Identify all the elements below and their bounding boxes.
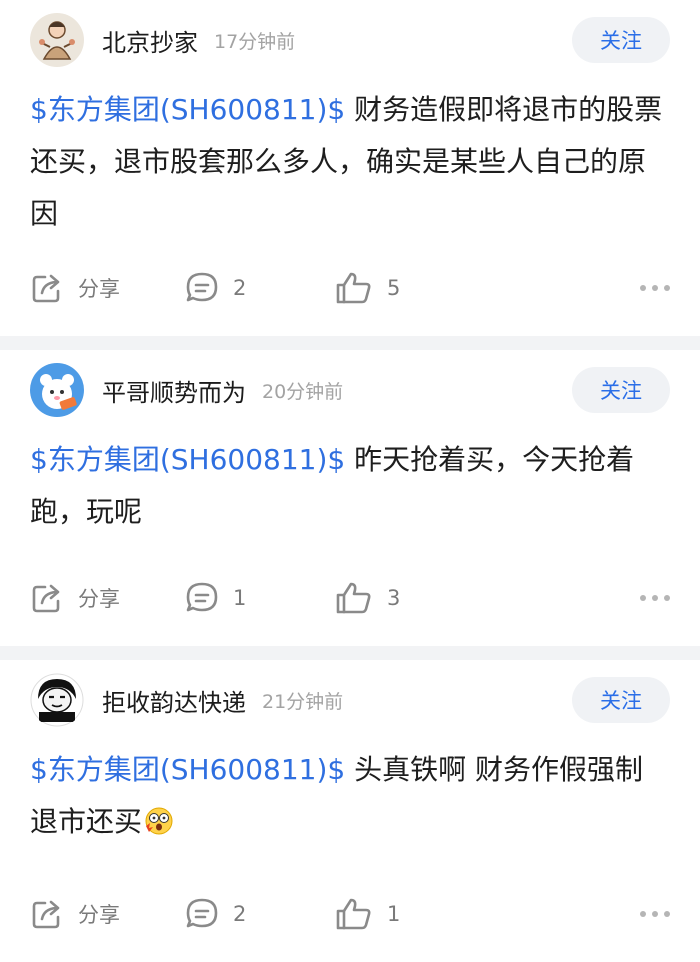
comment-count: 2 [233, 902, 247, 926]
stock-link[interactable]: $东方集团(SH600811)$ [30, 753, 345, 786]
comment-button[interactable]: 2 [185, 897, 335, 931]
like-button[interactable]: 3 [335, 581, 485, 615]
share-icon [32, 900, 60, 929]
stock-link[interactable]: $东方集团(SH600811)$ [30, 443, 345, 476]
post-time: 17分钟前 [214, 30, 296, 53]
follow-button[interactable]: 关注 [572, 677, 670, 723]
share-label: 分享 [78, 903, 120, 927]
post-content: $东方集团(SH600811)$ 财务造假即将退市的股票还买，退市股套那么多人，… [30, 80, 670, 240]
thumbs-up-icon [336, 272, 371, 304]
avatar[interactable] [30, 673, 84, 727]
comment-icon [186, 898, 218, 928]
post-card: 北京抄家 17分钟前 关注 $东方集团(SH600811)$ 财务造假即将退市的… [0, 0, 700, 336]
avatar[interactable] [30, 13, 84, 67]
post-header: 北京抄家 17分钟前 关注 [30, 0, 670, 80]
comment-button[interactable]: 2 [185, 271, 335, 305]
author-name[interactable]: 北京抄家 [102, 23, 198, 58]
share-button[interactable]: 分享 [30, 581, 185, 615]
more-options-icon[interactable] [640, 583, 670, 613]
post-card: 拒收韵达快递 21分钟前 关注 $东方集团(SH600811)$ 头真铁啊 财务… [0, 660, 700, 962]
action-bar: 分享 2 1 [30, 894, 670, 934]
post-header: 拒收韵达快递 21分钟前 关注 [30, 660, 670, 740]
post-content: $东方集团(SH600811)$ 头真铁啊 财务作假强制退市还买 [30, 740, 670, 848]
follow-button[interactable]: 关注 [572, 367, 670, 413]
share-button[interactable]: 分享 [30, 897, 185, 931]
action-bar: 分享 2 5 [30, 268, 670, 308]
author-name[interactable]: 拒收韵达快递 [102, 683, 246, 718]
follow-button[interactable]: 关注 [572, 17, 670, 63]
more-options-icon[interactable] [640, 899, 670, 929]
stock-link[interactable]: $东方集团(SH600811)$ [30, 93, 345, 126]
share-icon [32, 584, 60, 613]
comment-count: 2 [233, 276, 247, 300]
like-count: 5 [387, 276, 401, 300]
like-count: 1 [387, 902, 401, 926]
post-header: 平哥顺势而为 20分钟前 关注 [30, 350, 670, 430]
share-icon [32, 274, 60, 303]
avatar[interactable] [30, 363, 84, 417]
thumbs-up-icon [336, 898, 371, 930]
comment-count: 1 [233, 586, 247, 610]
comment-icon [186, 272, 218, 302]
like-button[interactable]: 1 [335, 897, 485, 931]
like-button[interactable]: 5 [335, 271, 485, 305]
share-label: 分享 [78, 587, 120, 611]
post-card: 平哥顺势而为 20分钟前 关注 $东方集团(SH600811)$ 昨天抢着买，今… [0, 350, 700, 646]
comment-button[interactable]: 1 [185, 581, 335, 615]
action-bar: 分享 1 3 [30, 578, 670, 618]
share-label: 分享 [78, 277, 120, 301]
post-time: 20分钟前 [262, 380, 344, 403]
post-time: 21分钟前 [262, 690, 344, 713]
thumbs-up-icon [336, 582, 371, 614]
author-name[interactable]: 平哥顺势而为 [102, 373, 246, 408]
more-options-icon[interactable] [640, 273, 670, 303]
post-content: $东方集团(SH600811)$ 昨天抢着买，今天抢着跑，玩呢 [30, 430, 670, 538]
shocked-face-emoji-icon [145, 807, 173, 835]
comment-feed: 北京抄家 17分钟前 关注 $东方集团(SH600811)$ 财务造假即将退市的… [0, 0, 700, 962]
like-count: 3 [387, 586, 401, 610]
share-button[interactable]: 分享 [30, 271, 185, 305]
comment-icon [186, 582, 218, 612]
